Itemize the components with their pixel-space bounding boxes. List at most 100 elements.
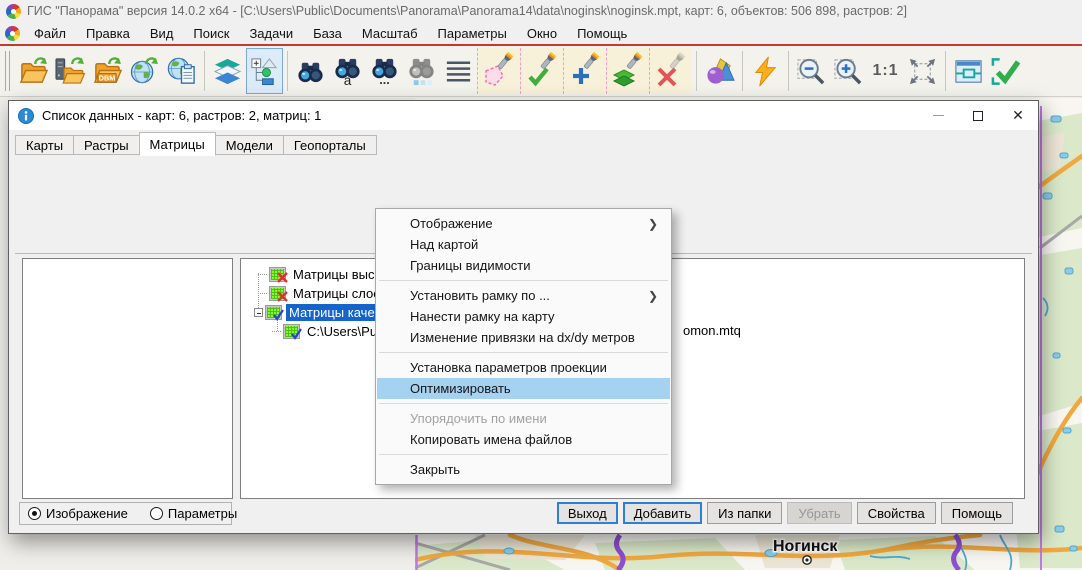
help-button[interactable]: Помощь bbox=[941, 502, 1013, 524]
context-menu-item-projection-params[interactable]: Установка параметров проекции bbox=[377, 357, 670, 378]
context-menu-item-sort-by-name: Упорядочить по имени bbox=[377, 408, 670, 429]
radio-image-icon[interactable] bbox=[28, 507, 41, 520]
toolbar-grip[interactable] bbox=[5, 51, 10, 91]
menubar-system-icon[interactable] bbox=[5, 26, 20, 41]
context-menu-item-display[interactable]: Отображение ❯ bbox=[377, 213, 670, 234]
map-window-icon bbox=[953, 56, 984, 87]
tab-rasters[interactable]: Растры bbox=[73, 135, 140, 155]
context-menu-item-set-frame[interactable]: Установить рамку по ... ❯ bbox=[377, 285, 670, 306]
layers-button[interactable] bbox=[209, 48, 246, 94]
select-accept-button[interactable] bbox=[520, 48, 563, 94]
open-map-button[interactable] bbox=[15, 48, 52, 94]
tab-geoportals[interactable]: Геопорталы bbox=[283, 135, 377, 155]
objects-3d-button[interactable] bbox=[701, 48, 738, 94]
main-toolbar: DBM a bbox=[0, 46, 1082, 97]
menu-item-label: Установка параметров проекции bbox=[410, 360, 607, 375]
app-titlebar: ГИС "Панорама" версия 14.0.2 x64 - [C:\U… bbox=[0, 0, 1082, 22]
select-cancel-button[interactable] bbox=[649, 48, 692, 94]
red-cross-icon bbox=[276, 271, 289, 284]
exit-button[interactable]: Выход bbox=[557, 502, 618, 524]
maximize-button[interactable] bbox=[958, 101, 998, 130]
minimize-icon bbox=[933, 115, 944, 116]
menu-help[interactable]: Помощь bbox=[567, 24, 637, 43]
tab-matrices[interactable]: Матрицы bbox=[139, 132, 216, 156]
select-check-icon bbox=[524, 51, 560, 91]
menu-search[interactable]: Поиск bbox=[183, 24, 239, 43]
zoom-in-icon bbox=[833, 56, 864, 87]
app-logo-icon bbox=[6, 4, 21, 19]
menu-window[interactable]: Окно bbox=[517, 24, 567, 43]
radio-parameters[interactable]: Параметры bbox=[150, 506, 237, 521]
context-menu-item-change-anchor[interactable]: Изменение привязки на dx/dy метров bbox=[377, 327, 670, 348]
data-list-button[interactable] bbox=[246, 48, 283, 94]
search-select-button[interactable]: ... bbox=[366, 48, 403, 94]
tab-models[interactable]: Модели bbox=[215, 135, 284, 155]
layers-icon bbox=[212, 56, 243, 87]
apply-button[interactable] bbox=[987, 48, 1024, 94]
menu-item-label: Границы видимости bbox=[410, 258, 531, 273]
tab-maps[interactable]: Карты bbox=[15, 135, 74, 155]
tree-item-matrix-quality[interactable]: Матрицы качеств bbox=[241, 303, 397, 322]
select-add-button[interactable] bbox=[563, 48, 606, 94]
menu-tasks[interactable]: Задачи bbox=[239, 24, 303, 43]
select-layers-button[interactable] bbox=[606, 48, 649, 94]
minimize-button[interactable] bbox=[918, 101, 958, 130]
svg-text:a: a bbox=[344, 73, 352, 87]
context-menu-item-over-map[interactable]: Над картой bbox=[377, 234, 670, 255]
tree-connector bbox=[258, 274, 267, 275]
fast-search-button[interactable] bbox=[747, 48, 784, 94]
tree-item-matrix-layers[interactable]: Матрицы слоёв bbox=[241, 284, 390, 303]
properties-button[interactable]: Свойства bbox=[857, 502, 936, 524]
context-menu-item-close[interactable]: Закрыть bbox=[377, 459, 670, 480]
zoom-extent-button[interactable] bbox=[904, 48, 941, 94]
open-database-button[interactable] bbox=[52, 48, 89, 94]
context-menu: Отображение ❯ Над картой Границы видимос… bbox=[375, 208, 672, 485]
context-menu-item-apply-frame[interactable]: Нанести рамку на карту bbox=[377, 306, 670, 327]
radio-parameters-icon[interactable] bbox=[150, 507, 163, 520]
menu-separator bbox=[379, 280, 668, 281]
from-folder-button[interactable]: Из папки bbox=[707, 502, 782, 524]
menu-database[interactable]: База bbox=[303, 24, 352, 43]
search-by-name-button[interactable]: a bbox=[329, 48, 366, 94]
close-icon: ✕ bbox=[1012, 107, 1024, 124]
zoom-in-button[interactable] bbox=[830, 48, 867, 94]
zoom-actual-button[interactable]: 1:1 bbox=[867, 48, 904, 94]
zoom-out-button[interactable] bbox=[793, 48, 830, 94]
toolbar-separator bbox=[204, 51, 205, 91]
add-button[interactable]: Добавить bbox=[623, 502, 702, 524]
open-dbm-button[interactable]: DBM bbox=[89, 48, 126, 94]
dialog-buttons: Выход Добавить Из папки Убрать Свойства … bbox=[557, 502, 1013, 524]
menu-item-label: Установить рамку по ... bbox=[410, 288, 550, 303]
select-area-button[interactable] bbox=[477, 48, 520, 94]
blue-check-icon bbox=[290, 328, 303, 341]
dialog-titlebar[interactable]: Список данных - карт: 6, растров: 2, мат… bbox=[9, 101, 1038, 130]
menu-parameters[interactable]: Параметры bbox=[428, 24, 517, 43]
menu-item-label: Над картой bbox=[410, 237, 478, 252]
dialog-tabs: Карты Растры Матрицы Модели Геопорталы bbox=[9, 131, 1038, 155]
radio-image[interactable]: Изображение bbox=[28, 506, 128, 521]
context-menu-item-optimize[interactable]: Оптимизировать bbox=[377, 378, 670, 399]
search-continue-button[interactable] bbox=[403, 48, 440, 94]
submenu-arrow-icon: ❯ bbox=[648, 289, 658, 303]
map-window-button[interactable] bbox=[950, 48, 987, 94]
menu-view[interactable]: Вид bbox=[140, 24, 184, 43]
info-icon bbox=[18, 108, 34, 124]
collapse-minus-box[interactable] bbox=[254, 308, 263, 317]
tree-item-matrix-file[interactable]: C:\Users\Publi bbox=[241, 322, 393, 341]
radio-parameters-label: Параметры bbox=[168, 506, 237, 521]
toolbar-separator bbox=[287, 51, 288, 91]
marked-objects-list-button[interactable] bbox=[440, 48, 477, 94]
search-button[interactable] bbox=[292, 48, 329, 94]
menu-file[interactable]: Файл bbox=[24, 24, 76, 43]
svg-text:DBM: DBM bbox=[99, 73, 116, 82]
close-button[interactable]: ✕ bbox=[998, 101, 1038, 130]
menu-edit[interactable]: Правка bbox=[76, 24, 140, 43]
preview-list-panel[interactable] bbox=[22, 258, 233, 499]
tree-item-matrix-heights[interactable]: Матрицы высот bbox=[241, 265, 391, 284]
menu-scale[interactable]: Масштаб bbox=[352, 24, 428, 43]
context-menu-item-copy-file-names[interactable]: Копировать имена файлов bbox=[377, 429, 670, 450]
open-internet-button[interactable] bbox=[126, 48, 163, 94]
context-menu-item-visibility-bounds[interactable]: Границы видимости bbox=[377, 255, 670, 276]
list-icon bbox=[443, 56, 474, 87]
open-geoportal-button[interactable] bbox=[163, 48, 200, 94]
